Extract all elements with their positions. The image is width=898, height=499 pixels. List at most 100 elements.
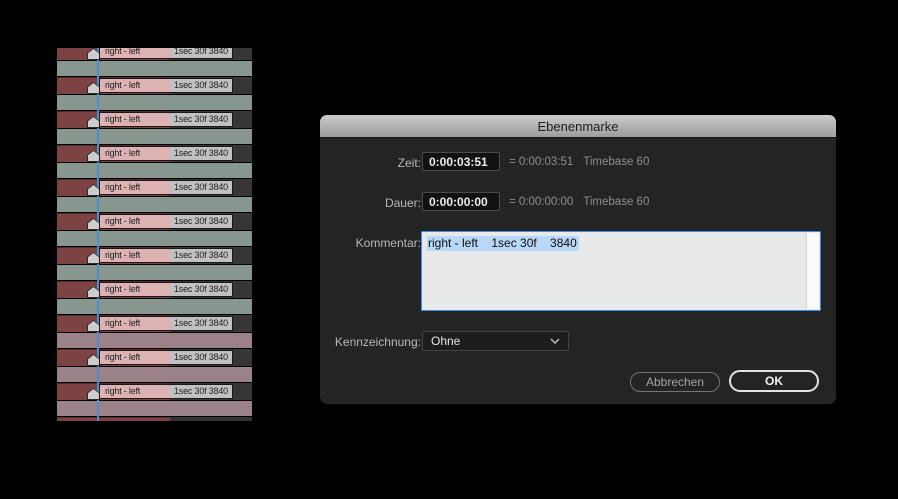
marker-row: right - left 1sec 30f 3840: [57, 179, 252, 196]
label-dropdown-label: Kennzeichnung:: [334, 335, 421, 349]
marker-duration-text: 1sec 30f: [174, 48, 207, 56]
marker-comment-text: right - left: [100, 215, 170, 228]
marker-duration-text: 1sec 30f: [174, 284, 207, 294]
marker-duration-text: 1sec 30f: [174, 386, 207, 396]
cancel-button[interactable]: Abbrechen: [630, 372, 720, 392]
layer-bar-sage[interactable]: [57, 129, 252, 144]
duration-equals-text: = 0:00:00:00 Timebase 60: [509, 196, 650, 208]
marker-info-text: 1sec 30f 3840: [170, 351, 232, 364]
marker-value-text: 3840: [208, 48, 228, 56]
marker-comment-text: right - left: [100, 147, 170, 160]
time-input[interactable]: [422, 152, 500, 171]
marker-info-text: 1sec 30f 3840: [170, 113, 232, 126]
marker-row: right - left 1sec 30f 3840: [57, 281, 252, 298]
marker-comment-text: right - left: [100, 317, 170, 330]
marker-duration-text: 1sec 30f: [174, 182, 207, 192]
marker-info-text: 1sec 30f 3840: [170, 215, 232, 228]
marker-info-text: 1sec 30f 3840: [170, 181, 232, 194]
marker-duration-text: 1sec 30f: [174, 318, 207, 328]
marker-value-text: 3840: [208, 284, 228, 294]
marker-comment-text: right - left: [100, 249, 170, 262]
marker-value-text: 3840: [208, 216, 228, 226]
marker-row: right - left 1sec 30f 3840: [57, 77, 252, 94]
layer-bar-clipped: [57, 417, 252, 421]
duration-label: Dauer:: [384, 196, 421, 210]
duration-input[interactable]: [422, 192, 500, 211]
timeline-panel: right - left 1sec 30f 3840 right - left 1sec…: [57, 48, 252, 421]
marker-info-text: 1sec 30f 3840: [170, 317, 232, 330]
marker-value-text: 3840: [208, 352, 228, 362]
comment-textarea[interactable]: right - left 1sec 30f 3840: [421, 231, 821, 311]
marker-value-text: 3840: [208, 250, 228, 260]
marker-comment-chip[interactable]: right - left 1sec 30f 3840: [99, 180, 233, 195]
chevron-down-icon: [550, 338, 560, 344]
selected-comment-text: right - left 1sec 30f 3840: [427, 236, 579, 251]
marker-comment-chip[interactable]: right - left 1sec 30f 3840: [99, 384, 233, 399]
marker-value-text: 3840: [208, 148, 228, 158]
layer-bar-mauve[interactable]: [57, 367, 252, 382]
marker-info-text: 1sec 30f 3840: [170, 48, 232, 58]
marker-duration-text: 1sec 30f: [174, 352, 207, 362]
dialog-titlebar[interactable]: Ebenenmarke: [320, 115, 836, 138]
layer-bar-mauve[interactable]: [57, 401, 252, 416]
marker-comment-chip[interactable]: right - left 1sec 30f 3840: [99, 78, 233, 93]
marker-comment-chip[interactable]: right - left 1sec 30f 3840: [99, 248, 233, 263]
marker-comment-chip[interactable]: right - left 1sec 30f 3840: [99, 146, 233, 161]
layer-marker-dialog: Ebenenmarke Zeit: = 0:00:03:51Timebase 6…: [320, 115, 836, 404]
marker-info-text: 1sec 30f 3840: [170, 385, 232, 398]
comment-label: Kommentar:: [355, 236, 421, 250]
marker-duration-text: 1sec 30f: [174, 80, 207, 90]
marker-comment-text: right - left: [100, 351, 170, 364]
marker-info-text: 1sec 30f 3840: [170, 79, 232, 92]
marker-row: right - left 1sec 30f 3840: [57, 145, 252, 162]
marker-comment-text: right - left: [100, 79, 170, 92]
layer-bar-sage[interactable]: [57, 95, 252, 110]
marker-comment-chip[interactable]: right - left 1sec 30f 3840: [99, 112, 233, 127]
marker-row: right - left 1sec 30f 3840: [57, 349, 252, 366]
layer-bar-sage[interactable]: [57, 299, 252, 314]
marker-row: right - left 1sec 30f 3840: [57, 48, 252, 60]
label-dropdown-value: Ohne: [431, 334, 461, 348]
layer-bar-sage[interactable]: [57, 163, 252, 178]
marker-duration-text: 1sec 30f: [174, 250, 207, 260]
marker-value-text: 3840: [208, 386, 228, 396]
layer-bar-sage[interactable]: [57, 265, 252, 280]
marker-info-text: 1sec 30f 3840: [170, 283, 232, 296]
layer-duration-bar[interactable]: [57, 417, 170, 421]
marker-value-text: 3840: [208, 318, 228, 328]
marker-duration-text: 1sec 30f: [174, 216, 207, 226]
layer-bar-sage[interactable]: [57, 197, 252, 212]
comment-scrollbar[interactable]: [806, 233, 819, 309]
layer-bar-sage[interactable]: [57, 231, 252, 246]
marker-comment-text: right - left: [100, 113, 170, 126]
marker-row: right - left 1sec 30f 3840: [57, 315, 252, 332]
marker-value-text: 3840: [208, 80, 228, 90]
duration-timebase: Timebase 60: [583, 196, 650, 208]
marker-row: right - left 1sec 30f 3840: [57, 111, 252, 128]
time-timebase: Timebase 60: [583, 156, 650, 168]
marker-comment-chip[interactable]: right - left 1sec 30f 3840: [99, 350, 233, 365]
marker-value-text: 3840: [208, 114, 228, 124]
marker-comment-chip[interactable]: right - left 1sec 30f 3840: [99, 48, 233, 59]
marker-comment-text: right - left: [100, 283, 170, 296]
marker-comment-chip[interactable]: right - left 1sec 30f 3840: [99, 316, 233, 331]
marker-comment-text: right - left: [100, 385, 170, 398]
layer-bar-mauve[interactable]: [57, 333, 252, 348]
dialog-title: Ebenenmarke: [537, 118, 619, 134]
marker-comment-text: right - left: [100, 181, 170, 194]
time-equals-text: = 0:00:03:51 Timebase 60: [509, 156, 650, 168]
layer-bar-sage[interactable]: [57, 61, 252, 76]
ok-button[interactable]: OK: [729, 370, 819, 392]
marker-comment-chip[interactable]: right - left 1sec 30f 3840: [99, 214, 233, 229]
marker-duration-text: 1sec 30f: [174, 148, 207, 158]
marker-info-text: 1sec 30f 3840: [170, 147, 232, 160]
label-dropdown[interactable]: Ohne: [422, 331, 569, 351]
time-label: Zeit:: [397, 156, 421, 170]
marker-duration-text: 1sec 30f: [174, 114, 207, 124]
marker-row: right - left 1sec 30f 3840: [57, 383, 252, 400]
marker-info-text: 1sec 30f 3840: [170, 249, 232, 262]
marker-row: right - left 1sec 30f 3840: [57, 247, 252, 264]
marker-comment-chip[interactable]: right - left 1sec 30f 3840: [99, 282, 233, 297]
marker-row: right - left 1sec 30f 3840: [57, 213, 252, 230]
marker-value-text: 3840: [208, 182, 228, 192]
